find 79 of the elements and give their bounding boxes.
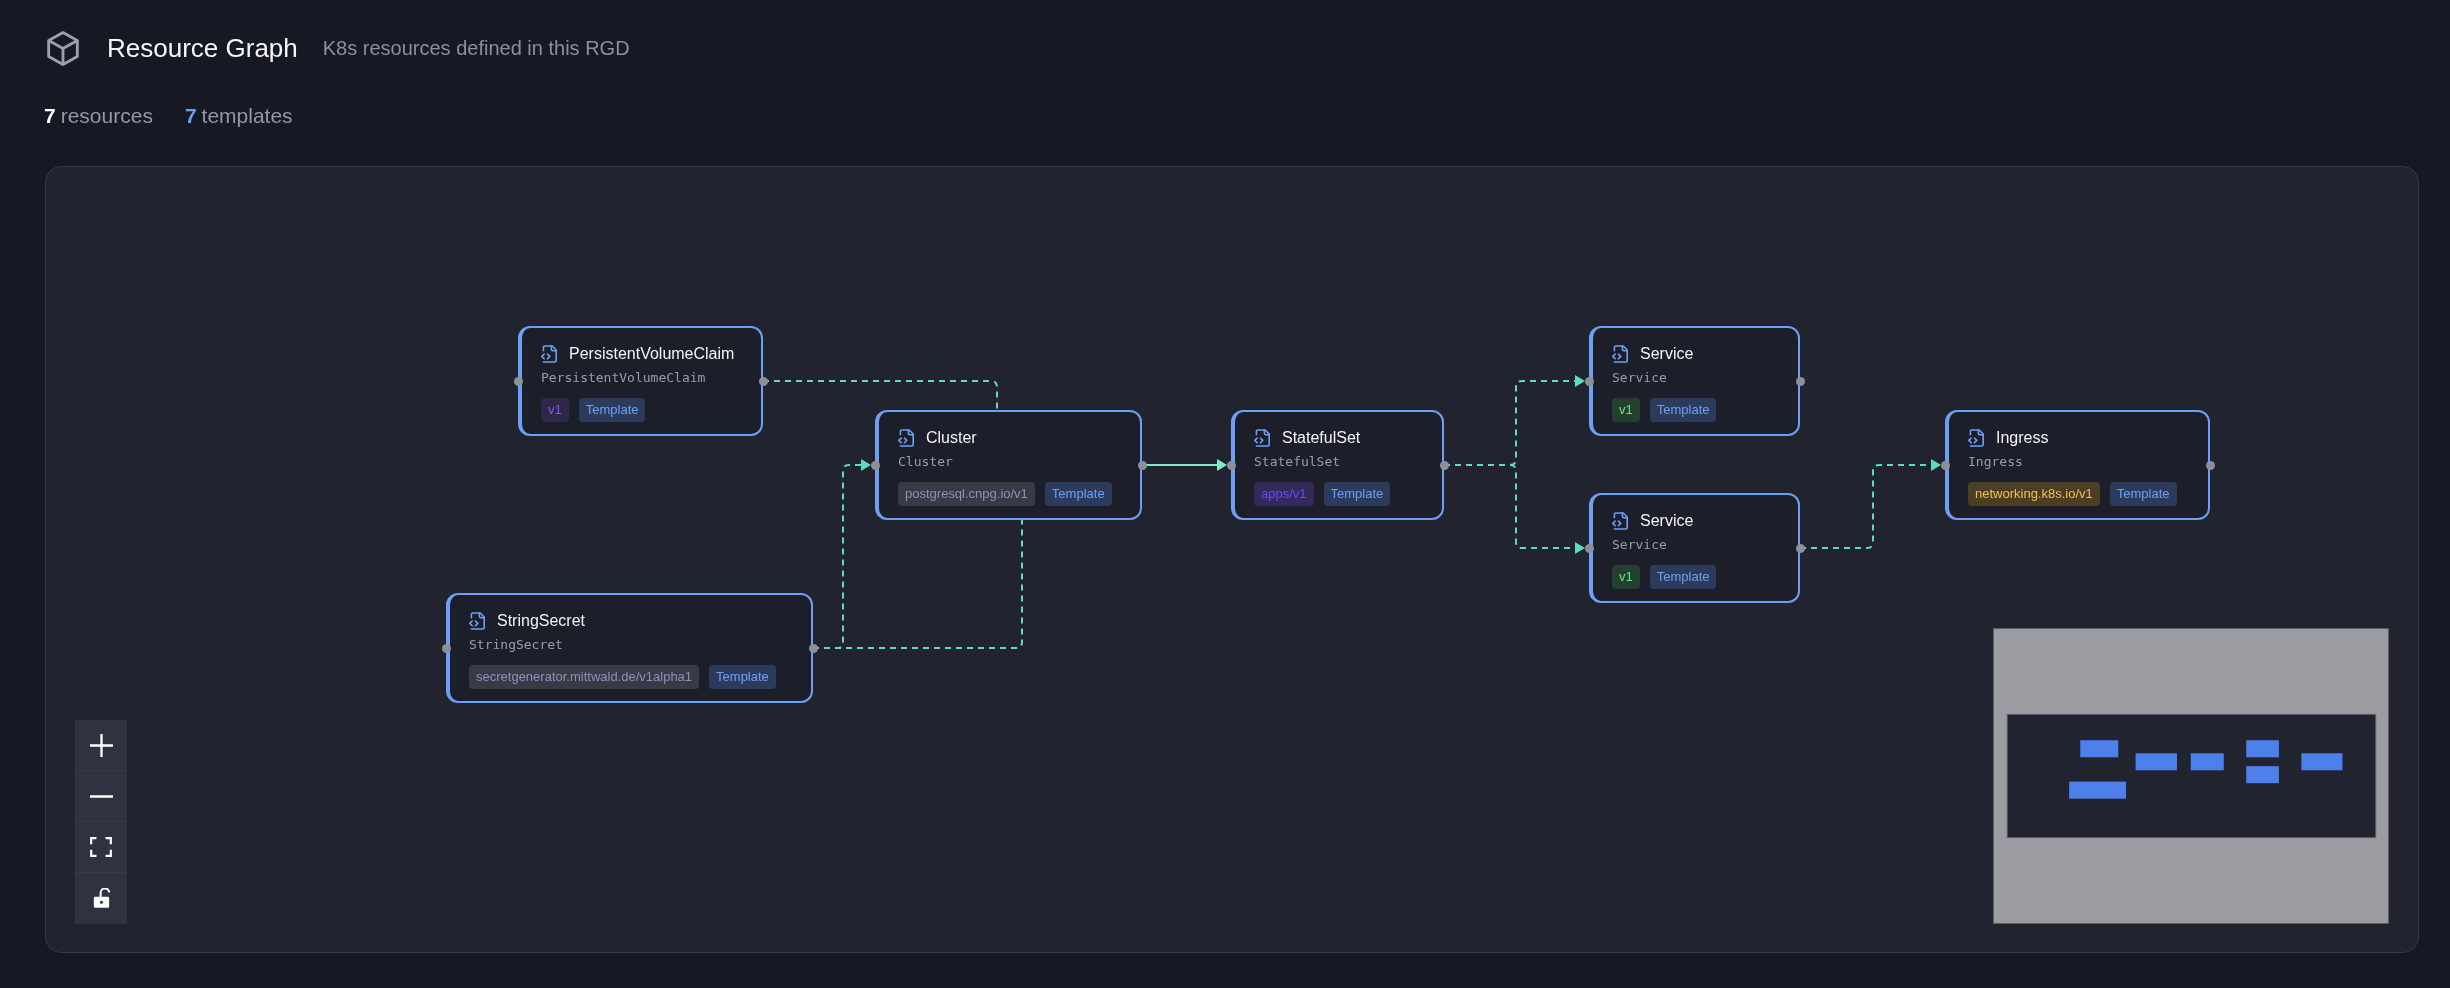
stat-label: templates [201,104,293,128]
template-badge: Template [1649,565,1717,589]
file-code-icon [469,612,485,630]
file-code-icon [898,429,914,447]
node-kind: StatefulSet [1254,453,1341,471]
node-kind: StringSecret [469,636,563,654]
resource-node[interactable]: StatefulSet StatefulSet apps/v1 Template [1231,410,1444,520]
connection-handle[interactable] [2205,460,2215,470]
node-kind: Cluster [898,453,953,471]
minus-icon [89,794,113,798]
stat-count: 7 [44,104,56,128]
api-version-badge: secretgenerator.mittwald.de/v1alpha1 [469,665,700,689]
connection-handle[interactable] [1226,460,1236,470]
resource-node[interactable]: StringSecret StringSecret secretgenerator.mittwald.de/v1alpha1 Template [446,593,813,703]
node-kind: Service [1612,536,1667,554]
connection-handle[interactable] [1584,543,1594,553]
connection-handle[interactable] [1584,376,1594,386]
api-version-badge: networking.k8s.io/v1 [1968,482,2100,506]
minimap-node [2301,753,2343,771]
connection-handle[interactable] [441,643,451,653]
node-kind: PersistentVolumeClaim [541,369,706,387]
minimap[interactable] [1993,628,2389,924]
node-title: StringSecret [497,611,586,631]
connection-handle[interactable] [1795,376,1805,386]
lock-button[interactable] [75,873,127,924]
minimap-node [2190,753,2224,771]
api-version-badge: apps/v1 [1254,482,1314,506]
template-badge: Template [1323,482,1391,506]
resource-node[interactable]: Service Service v1 Template [1589,326,1800,436]
resource-node[interactable]: Service Service v1 Template [1589,493,1800,603]
zoom-out-button[interactable] [75,771,127,822]
cube-icon [47,31,79,66]
minimap-node [2246,740,2279,758]
file-code-icon [1612,345,1628,363]
connection-handle[interactable] [513,376,523,386]
connection-handle[interactable] [1940,460,1950,470]
api-version-badge: v1 [1612,565,1640,589]
minimap-node [2080,740,2119,758]
connection-handle[interactable] [758,376,768,386]
page-subtitle: K8s resources defined in this RGD [322,37,630,60]
node-title: PersistentVolumeClaim [569,344,735,364]
api-version-badge: v1 [541,398,569,422]
connection-handle[interactable] [1439,460,1449,470]
minimap-node [2135,753,2177,771]
resource-node[interactable]: Cluster Cluster postgresql.cnpg.io/v1 Template [875,410,1142,520]
api-version-badge: postgresql.cnpg.io/v1 [898,482,1035,506]
node-kind: Ingress [1968,453,2023,471]
unlocked-padlock-icon [92,888,110,909]
connection-handle[interactable] [1795,543,1805,553]
node-title: Cluster [926,428,977,448]
template-badge: Template [2109,482,2177,506]
template-badge: Template [709,665,776,689]
connection-handle[interactable] [808,643,818,653]
file-code-icon [1254,429,1270,447]
node-title: Service [1640,344,1694,364]
resource-node[interactable]: PersistentVolumeClaim PersistentVolumeClaim v1 Template [518,326,763,436]
node-title: StatefulSet [1282,428,1361,448]
node-title: Ingress [1996,428,2049,448]
fit-view-icon [90,837,112,857]
node-title: Service [1640,511,1694,531]
file-code-icon [541,345,557,363]
file-code-icon [1968,429,1984,447]
node-kind: Service [1612,369,1667,387]
file-code-icon [1612,512,1628,530]
api-version-badge: v1 [1612,398,1640,422]
stat-count: 7 [184,104,197,128]
template-badge: Template [578,398,646,422]
plus-icon [89,733,113,757]
stat-label: resources [60,104,153,128]
graph-canvas[interactable] [45,166,2419,953]
connection-handle[interactable] [1137,460,1147,470]
template-badge: Template [1649,398,1717,422]
resource-node[interactable]: Ingress Ingress networking.k8s.io/v1 Template [1945,410,2210,520]
minimap-node [2246,766,2279,784]
zoom-in-button[interactable] [75,720,127,771]
fit-view-button[interactable] [75,822,127,873]
page-title: Resource Graph [107,33,298,64]
connection-handle[interactable] [870,460,880,470]
template-badge: Template [1044,482,1112,506]
